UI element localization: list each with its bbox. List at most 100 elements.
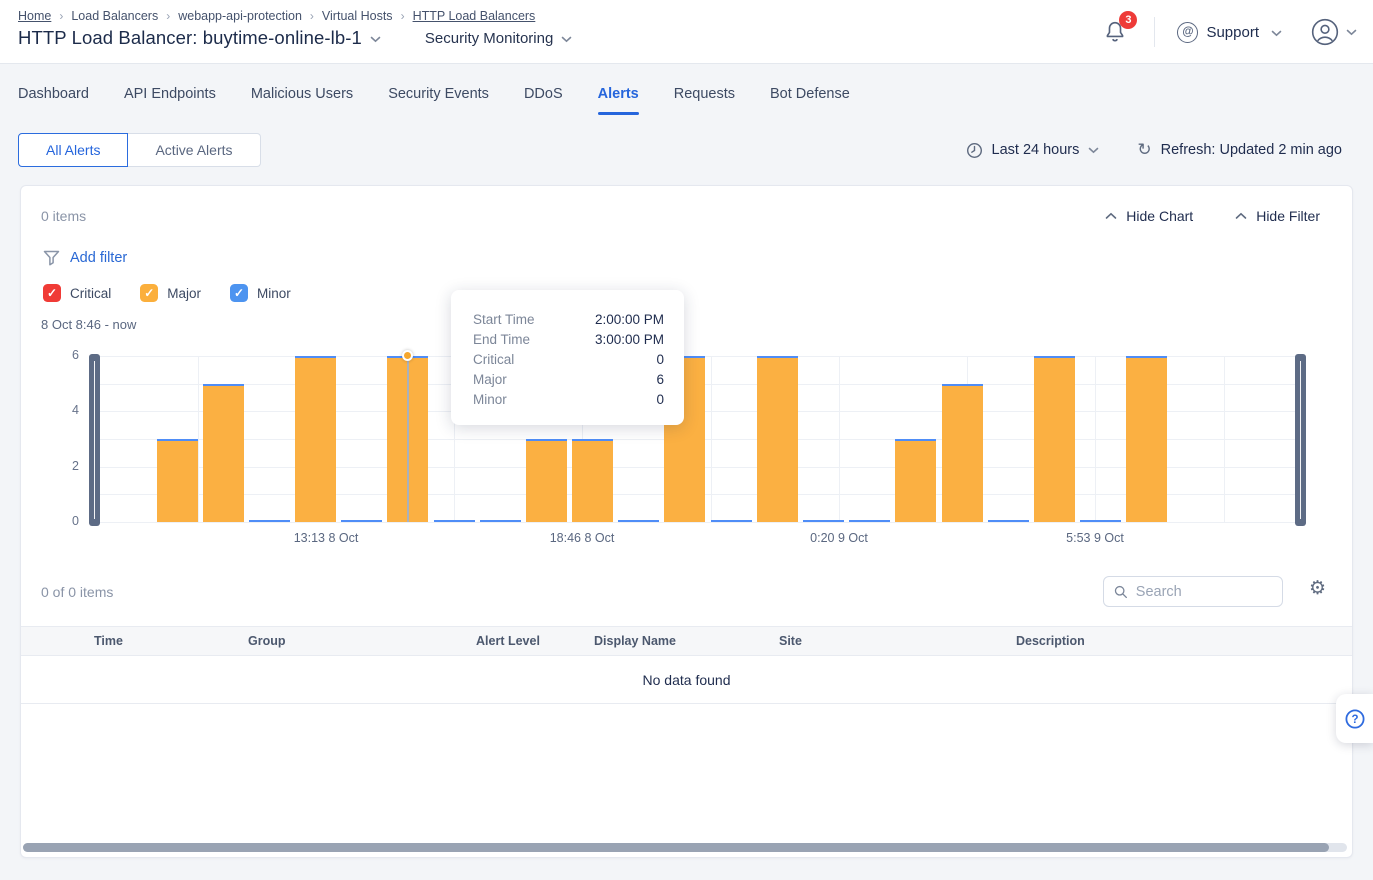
notifications-button[interactable]: 3	[1102, 18, 1128, 46]
alert-bar[interactable]	[895, 439, 936, 522]
column-header-description[interactable]: Description	[1016, 627, 1085, 656]
alert-bar[interactable]	[157, 439, 198, 522]
alert-zero-bar[interactable]	[1080, 520, 1121, 522]
header-divider	[1154, 17, 1155, 47]
table-search	[1103, 576, 1283, 607]
alert-bar[interactable]	[1034, 356, 1075, 522]
all-alerts-button[interactable]: All Alerts	[18, 133, 128, 167]
minor-series-cap	[526, 439, 567, 442]
page-title: HTTP Load Balancer: buytime-online-lb-1	[18, 27, 362, 49]
tab-requests[interactable]: Requests	[674, 86, 735, 115]
chart-gridline	[1224, 356, 1225, 522]
alert-bar[interactable]	[203, 384, 244, 522]
no-data-label: No data found	[643, 672, 731, 688]
table-summary: 0 of 0 items	[41, 584, 113, 600]
tooltip-label: Major	[473, 372, 507, 387]
column-header-group[interactable]: Group	[248, 627, 286, 656]
tab-alerts[interactable]: Alerts	[598, 86, 639, 115]
active-alerts-button[interactable]: Active Alerts	[128, 133, 260, 167]
account-menu[interactable]	[1310, 17, 1357, 47]
search-input[interactable]	[1136, 584, 1272, 600]
column-header-site[interactable]: Site	[779, 627, 802, 656]
tab-api-endpoints[interactable]: API Endpoints	[124, 86, 216, 115]
horizontal-scrollbar-thumb[interactable]	[23, 843, 1329, 852]
avatar-icon	[1310, 17, 1340, 47]
chart-hover-line	[407, 356, 409, 522]
chart-gridline	[839, 356, 840, 522]
table-empty-state: No data found	[21, 657, 1352, 704]
minor-series-cap	[572, 439, 613, 442]
breadcrumb-item-virtual-hosts: Virtual Hosts	[322, 9, 393, 23]
account-chevron-down-icon	[1346, 29, 1357, 36]
alert-zero-bar[interactable]	[618, 520, 659, 522]
time-range-select[interactable]: Last 24 hours	[966, 142, 1100, 159]
chart-gridline	[198, 356, 199, 522]
y-axis-tick-label: 2	[55, 459, 79, 473]
chart-tooltip: Start Time2:00:00 PMEnd Time3:00:00 PMCr…	[451, 290, 684, 425]
minor-series-cap	[757, 356, 798, 359]
alert-zero-bar[interactable]	[803, 520, 844, 522]
time-range-label: Last 24 hours	[992, 142, 1080, 158]
tooltip-row: Major 6	[473, 369, 664, 389]
monitor-chevron-down-icon	[561, 36, 572, 43]
chart-brush-handle-left[interactable]	[89, 354, 100, 526]
tooltip-value: 6	[656, 372, 664, 387]
column-header-alert-level[interactable]: Alert Level	[476, 627, 540, 656]
chart-gridline	[711, 356, 712, 522]
tab-security-events[interactable]: Security Events	[388, 86, 489, 115]
breadcrumb-separator: ›	[401, 9, 405, 23]
horizontal-scrollbar	[23, 843, 1347, 852]
support-menu[interactable]: @ Support	[1177, 22, 1282, 43]
column-header-display-name[interactable]: Display Name	[594, 627, 676, 656]
svg-text:?: ?	[1351, 714, 1358, 726]
breadcrumb-separator: ›	[166, 9, 170, 23]
breadcrumb: Home›Load Balancers›webapp-api-protectio…	[18, 9, 535, 23]
column-header-time[interactable]: Time	[94, 627, 123, 656]
tooltip-row: Critical0	[473, 349, 664, 369]
chart-brush-handle-right[interactable]	[1295, 354, 1306, 526]
alerts-panel: 0 items Hide Chart Hide Filter Add filte…	[20, 185, 1353, 858]
alert-zero-bar[interactable]	[849, 520, 890, 522]
alert-zero-bar[interactable]	[480, 520, 521, 522]
breadcrumb-item-home[interactable]: Home	[18, 9, 51, 23]
alert-bar[interactable]	[1126, 356, 1167, 522]
alerts-toggle-group: All Alerts Active Alerts	[18, 133, 261, 167]
alert-zero-bar[interactable]	[434, 520, 475, 522]
tab-malicious-users[interactable]: Malicious Users	[251, 86, 353, 115]
tab-bot-defense[interactable]: Bot Defense	[770, 86, 850, 115]
alert-bar[interactable]	[942, 384, 983, 522]
monitor-type-select[interactable]: Security Monitoring	[425, 30, 572, 47]
minor-series-cap	[295, 356, 336, 359]
title-chevron-down-icon[interactable]	[370, 36, 381, 43]
help-question-icon: ?	[1343, 707, 1367, 731]
alert-bar[interactable]	[295, 356, 336, 522]
tooltip-row: Minor0	[473, 389, 664, 409]
alert-zero-bar[interactable]	[988, 520, 1029, 522]
help-button[interactable]: ?	[1336, 694, 1373, 743]
support-chevron-down-icon	[1271, 30, 1282, 37]
alert-zero-bar[interactable]	[341, 520, 382, 522]
tab-ddos[interactable]: DDoS	[524, 86, 563, 115]
refresh-button[interactable]: ↻ Refresh: Updated 2 min ago	[1137, 142, 1342, 159]
tooltip-row: End Time 3:00:00 PM	[473, 329, 664, 349]
table-settings-gear-icon[interactable]: ⚙	[1309, 579, 1326, 598]
alert-zero-bar[interactable]	[711, 520, 752, 522]
app-header: Home›Load Balancers›webapp-api-protectio…	[0, 0, 1373, 64]
alert-bar[interactable]	[572, 439, 613, 522]
alert-bar[interactable]	[757, 356, 798, 522]
tooltip-label: Minor	[473, 392, 507, 407]
tooltip-value: 2:00:00 PM	[595, 312, 664, 327]
x-axis-tick-label: 18:46 8 Oct	[550, 531, 615, 545]
x-axis-tick-label: 13:13 8 Oct	[294, 531, 359, 545]
chart-gridline	[1095, 356, 1096, 522]
alert-zero-bar[interactable]	[249, 520, 290, 522]
search-icon	[1114, 584, 1128, 600]
monitor-select-label: Security Monitoring	[425, 30, 553, 47]
tooltip-label: End Time	[473, 332, 530, 347]
alerts-bar-chart: 642013:13 8 Oct18:46 8 Oct0:20 9 Oct5:53…	[21, 186, 1352, 857]
breadcrumb-item-http-load-balancers[interactable]: HTTP Load Balancers	[413, 9, 536, 23]
tab-dashboard[interactable]: Dashboard	[18, 86, 89, 115]
alert-bar[interactable]	[526, 439, 567, 522]
tooltip-value: 3:00:00 PM	[595, 332, 664, 347]
support-label: Support	[1206, 24, 1259, 41]
